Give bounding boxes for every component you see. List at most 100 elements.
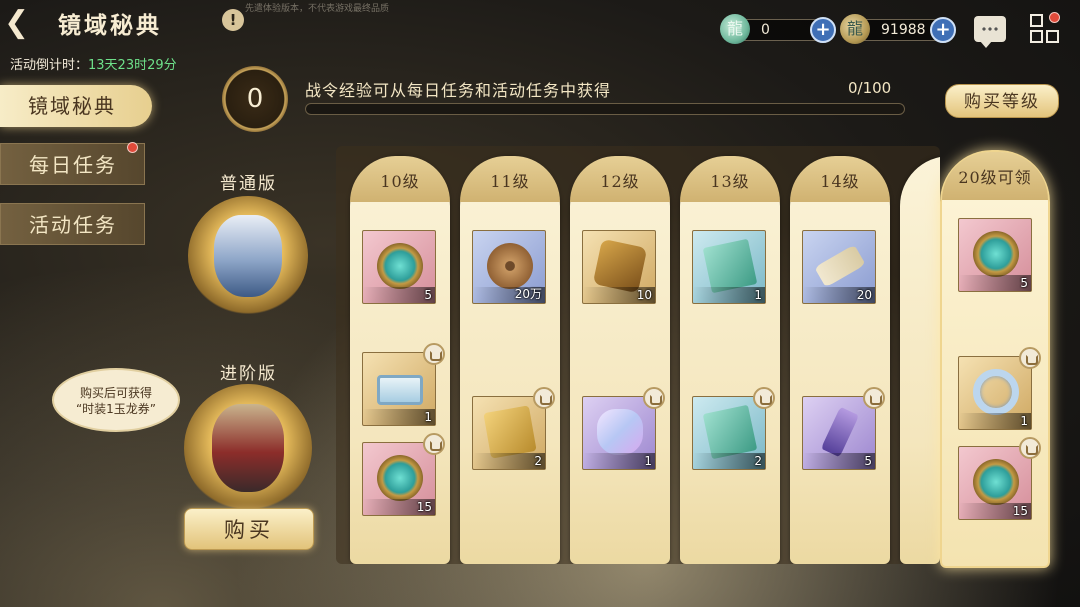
mirror-icon — [377, 243, 423, 289]
nav-item-event-tasks[interactable]: 活动任务 — [0, 203, 145, 245]
level-column-partial[interactable] — [900, 156, 940, 564]
reward-quantity: 5 — [864, 454, 872, 468]
reward-quantity: 15 — [416, 500, 432, 514]
add-gold-button[interactable]: + — [930, 17, 956, 43]
reward-item[interactable]: 1 — [958, 347, 1041, 430]
reward-quantity: 10 — [636, 288, 652, 302]
page-title: 镜域秘典 — [58, 12, 162, 39]
reward-item[interactable]: 1 — [362, 343, 445, 426]
level-column[interactable]: 14级 20 5 — [790, 156, 890, 564]
reward-item[interactable]: 1 — [582, 387, 665, 470]
lock-icon — [643, 387, 665, 409]
nav-item-mirror-codex[interactable]: 镜域秘典 — [0, 85, 152, 127]
back-arrow-icon[interactable]: ❮ — [4, 8, 42, 40]
event-countdown: 活动倒计时：13天23时29分 — [10, 54, 177, 73]
mirror-icon — [973, 459, 1019, 505]
reward-quantity: 20万 — [514, 287, 542, 301]
ticket-icon — [702, 404, 758, 460]
scroll-icon — [814, 244, 866, 288]
jade-dragon-icon: 龍 — [720, 14, 750, 44]
reward-quantity: 1 — [754, 288, 762, 302]
advanced-tier-emblem — [184, 384, 312, 512]
reward-quantity: 15 — [1012, 504, 1028, 518]
reward-quantity: 5 — [424, 288, 432, 302]
speech-line-2: “时装1玉龙券” — [75, 402, 157, 416]
level-column[interactable]: 12级 10 1 — [570, 156, 670, 564]
ticket-icon — [702, 238, 758, 294]
menu-grid-icon[interactable] — [1030, 12, 1060, 44]
reward-quantity: 2 — [534, 454, 542, 468]
nav-item-label: 活动任务 — [29, 213, 117, 237]
crystal-icon — [597, 409, 643, 455]
reward-item[interactable]: 5 — [958, 218, 1032, 292]
normal-tier-emblem — [188, 196, 308, 316]
buy-advanced-button[interactable]: 购买 — [184, 508, 314, 550]
purple-scroll-icon — [820, 406, 860, 458]
advanced-tier-speech-bubble: 购买后可获得 “时装1玉龙券” — [52, 368, 180, 432]
frame-icon — [377, 375, 423, 405]
ring-icon — [973, 369, 1019, 415]
pass-xp-description: 战令经验可从每日任务和活动任务中获得 — [305, 81, 612, 100]
nav-item-label: 镜域秘典 — [28, 94, 116, 118]
silver-mask-icon — [214, 215, 282, 297]
level-column[interactable]: 13级 1 2 — [680, 156, 780, 564]
lock-icon — [1019, 437, 1041, 459]
level-header: 10级 — [350, 156, 450, 202]
mirror-icon — [377, 455, 423, 501]
level-header: 20级可领 — [942, 152, 1048, 200]
buy-level-button[interactable]: 购买等级 — [945, 84, 1059, 118]
level-header: 11级 — [460, 156, 560, 202]
add-jade-button[interactable]: + — [810, 17, 836, 43]
reward-item[interactable]: 20万 — [472, 230, 546, 304]
gold-ticket-icon — [483, 405, 537, 459]
reward-item[interactable]: 20 — [802, 230, 876, 304]
lock-icon — [1019, 347, 1041, 369]
watermark: 先遣体验版本，不代表游戏最终品质 — [245, 4, 390, 14]
advanced-tier-label: 进阶版 — [220, 364, 277, 384]
normal-tier-label: 普通版 — [220, 174, 277, 194]
puzzle-icon — [592, 238, 648, 294]
chat-icon[interactable] — [974, 16, 1006, 48]
reward-item[interactable]: 2 — [692, 387, 775, 470]
lock-icon — [423, 343, 445, 365]
mirror-icon — [973, 231, 1019, 277]
info-icon[interactable]: ! — [222, 9, 244, 31]
countdown-label: 活动倒计时： — [10, 58, 89, 73]
level-header: 12级 — [570, 156, 670, 202]
pass-xp-count: 0/100 — [848, 79, 892, 97]
reward-item[interactable]: 2 — [472, 387, 555, 470]
level-header: 13级 — [680, 156, 780, 202]
notification-dot — [1049, 12, 1060, 23]
level-column[interactable]: 11级 20万 2 — [460, 156, 560, 564]
lock-icon — [423, 433, 445, 455]
dragon-mask-icon — [212, 404, 284, 492]
reward-item[interactable]: 15 — [362, 433, 445, 516]
jade-currency: 0 龍 + — [718, 14, 836, 44]
header: ❮ 镜域秘典 ! 先遣体验版本，不代表游戏最终品质 0 龍 + 91988 龍 … — [0, 0, 1080, 48]
nav-item-label: 每日任务 — [29, 153, 117, 177]
reward-quantity: 1 — [424, 410, 432, 424]
reward-item[interactable]: 5 — [802, 387, 885, 470]
reward-item[interactable]: 1 — [692, 230, 766, 304]
reward-item[interactable]: 5 — [362, 230, 436, 304]
pass-level-indicator: 0 — [222, 66, 288, 132]
speech-line-1: 购买后可获得 — [79, 386, 152, 400]
reward-quantity: 5 — [1020, 276, 1028, 290]
reward-track[interactable]: 10级 5 1 15 11级 20万 2 12级 10 1 13级 1 2 14级 20 5 — [336, 146, 940, 564]
reward-quantity: 20 — [856, 288, 872, 302]
reward-quantity: 1 — [1020, 414, 1028, 428]
nav-item-daily-tasks[interactable]: 每日任务 — [0, 142, 145, 185]
coin-icon — [487, 243, 533, 289]
countdown-value: 13天23时29分 — [88, 58, 177, 73]
reward-item[interactable]: 15 — [958, 437, 1041, 520]
lock-icon — [753, 387, 775, 409]
lock-icon — [863, 387, 885, 409]
level-header: 14级 — [790, 156, 890, 202]
gold-dragon-icon: 龍 — [840, 14, 870, 44]
final-reward-column[interactable]: 20级可领 5 1 15 — [940, 150, 1050, 568]
reward-item[interactable]: 10 — [582, 230, 656, 304]
reward-quantity: 2 — [754, 454, 762, 468]
level-column[interactable]: 10级 5 1 15 — [350, 156, 450, 564]
reward-quantity: 1 — [644, 454, 652, 468]
gold-currency: 91988 龍 + — [838, 14, 956, 44]
